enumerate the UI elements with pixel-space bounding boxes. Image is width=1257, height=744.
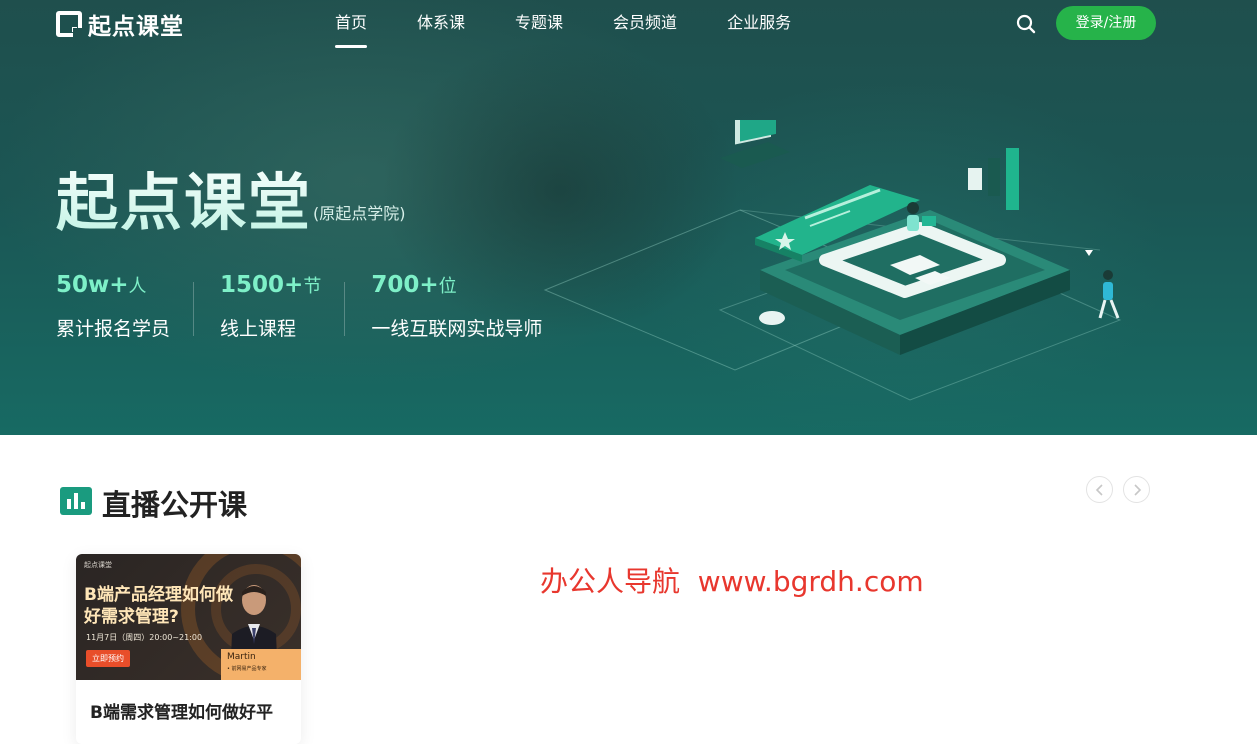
course-title[interactable]: B端需求管理如何做好平 [90, 698, 273, 723]
nav-links: 首页 体系课 专题课 会员频道 企业服务 [335, 0, 841, 48]
top-nav: 起点课堂 首页 体系课 专题课 会员频道 企业服务 登录/注册 [0, 0, 1257, 48]
stat-unit: 节 [303, 276, 322, 297]
stat-label: 累计报名学员 [56, 318, 171, 340]
bar-chart-icon [60, 487, 92, 515]
stat-courses: 1500+节 线上课程 [220, 272, 346, 341]
thumb-title: B端产品经理如何做好需求管理? [84, 585, 233, 627]
hero-subtitle: (原起点学院) [313, 204, 406, 223]
hero-stats: 50w+人 累计报名学员 1500+节 线上课程 700+位 一线互联网实战导师 [56, 272, 592, 341]
next-button[interactable] [1123, 476, 1150, 503]
watermark-text: 办公人导航 www.bgrdh.com [540, 565, 924, 598]
nav-item-enterprise[interactable]: 企业服务 [727, 0, 791, 48]
nav-item-membership[interactable]: 会员频道 [613, 0, 677, 48]
thumb-reserve-button[interactable]: 立即预约 [86, 650, 130, 667]
stat-number: 700+ [371, 272, 439, 298]
hero-banner: 起点课堂 首页 体系课 专题课 会员频道 企业服务 登录/注册 起点课堂 (原起… [0, 0, 1257, 435]
logo-text: 起点课堂 [88, 14, 184, 40]
course-thumbnail[interactable]: 起点课堂 B端产品经理如何做好需求管理? 11月7日（周四）20:00~21:0… [76, 554, 301, 680]
stat-number: 1500+ [220, 272, 304, 298]
stat-students: 50w+人 累计报名学员 [56, 272, 195, 341]
stat-mentors: 700+位 一线互联网实战导师 [371, 272, 566, 341]
stat-label: 一线互联网实战导师 [371, 318, 543, 340]
nav-item-system-courses[interactable]: 体系课 [417, 0, 465, 48]
thumb-brand: 起点课堂 [84, 561, 112, 569]
hero-title: 起点课堂 [56, 152, 312, 242]
logo-mark-icon [56, 11, 82, 37]
nav-item-home[interactable]: 首页 [335, 0, 368, 48]
chevron-left-icon [1095, 484, 1103, 496]
prev-button[interactable] [1086, 476, 1113, 503]
search-icon[interactable] [1014, 12, 1038, 36]
section-title: 直播公开课 [102, 488, 248, 522]
speaker-title: • 前网易产品专家 [227, 666, 267, 672]
hero-isometric-illustration [543, 120, 1122, 401]
stat-number: 50w+ [56, 272, 129, 298]
login-register-button[interactable]: 登录/注册 [1056, 6, 1156, 40]
stat-unit: 人 [128, 276, 147, 297]
thumb-time: 11月7日（周四）20:00~21:00 [86, 633, 203, 642]
speaker-name: Martin [227, 652, 256, 662]
course-card[interactable]: 起点课堂 B端产品经理如何做好需求管理? 11月7日（周四）20:00~21:0… [76, 554, 301, 744]
logo[interactable]: 起点课堂 [56, 8, 184, 40]
chevron-right-icon [1134, 484, 1142, 496]
stat-unit: 位 [438, 276, 457, 297]
stat-label: 线上课程 [220, 318, 297, 340]
nav-item-topic-courses[interactable]: 专题课 [515, 0, 563, 48]
